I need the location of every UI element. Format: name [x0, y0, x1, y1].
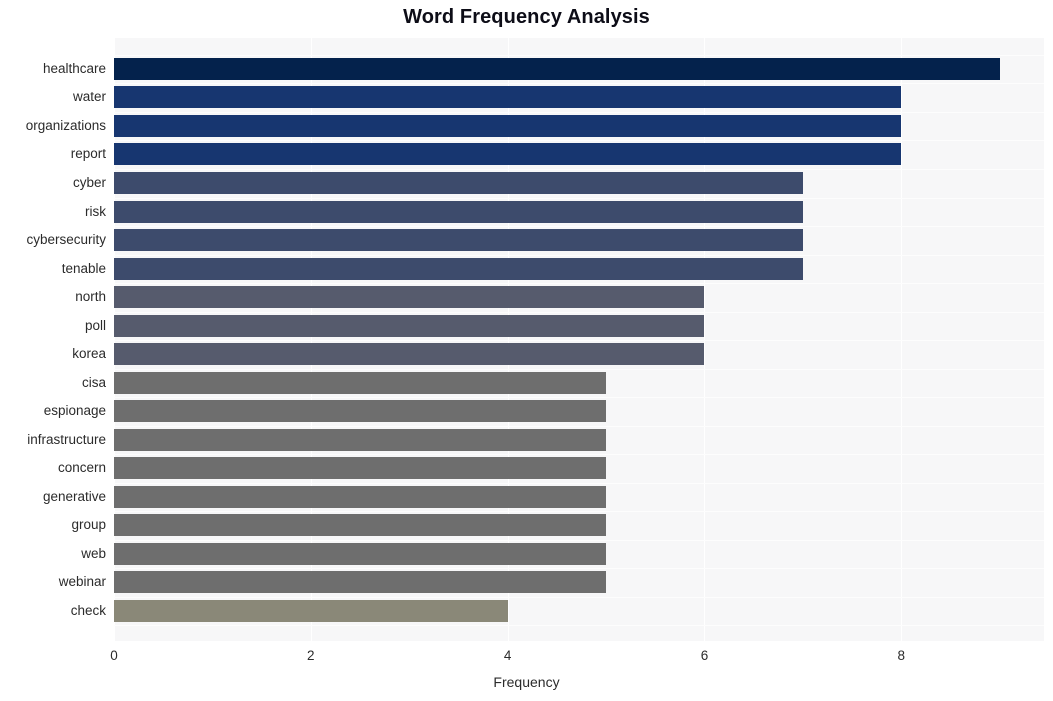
bar[interactable] — [114, 542, 607, 565]
y-axis-label-webinar: webinar — [58, 574, 106, 590]
bar[interactable] — [114, 286, 705, 309]
y-axis-label-healthcare: healthcare — [42, 60, 106, 76]
bar[interactable] — [114, 371, 607, 394]
y-axis-label-korea: korea — [72, 346, 106, 362]
y-axis-label-infrastructure: infrastructure — [27, 431, 106, 447]
y-axis-label-cisa: cisa — [81, 374, 106, 390]
x-tick-2: 2 — [307, 648, 315, 663]
y-axis-label-north: north — [75, 289, 106, 305]
bars-layer — [114, 38, 1044, 641]
y-axis-label-check: check — [70, 602, 106, 618]
word-frequency-chart: Word Frequency Analysis healthcare water o… — [0, 0, 1053, 701]
chart-title: Word Frequency Analysis — [403, 6, 650, 28]
y-axis-label-report: report — [70, 146, 106, 162]
y-axis-label-generative: generative — [42, 488, 106, 504]
bar[interactable] — [114, 400, 607, 423]
bar[interactable] — [114, 457, 607, 480]
y-axis-label-group: group — [71, 517, 106, 533]
y-axis-label-espionage: espionage — [43, 403, 106, 419]
bar[interactable] — [114, 485, 607, 508]
bar[interactable] — [114, 172, 803, 194]
bar[interactable] — [114, 314, 705, 337]
y-axis-label-risk: risk — [85, 203, 106, 219]
y-axis-label-organizations: organizations — [25, 117, 106, 133]
y-axis-label-tenable: tenable — [61, 260, 106, 276]
bar[interactable] — [114, 599, 508, 622]
y-axis-label-concern: concern — [57, 460, 106, 476]
bar[interactable] — [114, 514, 607, 537]
x-tick-6: 6 — [700, 648, 709, 663]
bar[interactable] — [114, 86, 902, 109]
bar[interactable] — [114, 229, 803, 252]
y-axis-label-cybersecurity: cybersecurity — [26, 232, 106, 248]
x-tick-0: 0 — [110, 648, 118, 663]
y-axis-label-water: water — [72, 89, 106, 105]
bar[interactable] — [114, 114, 902, 137]
bar[interactable] — [114, 257, 803, 280]
bar[interactable] — [114, 571, 607, 594]
y-axis-category-labels: healthcare water organizations report cyber r… — [0, 38, 106, 641]
y-axis-label-cyber: cyber — [72, 175, 106, 190]
x-tick-8: 8 — [897, 648, 906, 663]
y-axis-label-poll: poll — [84, 317, 106, 333]
bar[interactable] — [114, 57, 1000, 80]
x-tick-4: 4 — [503, 648, 512, 663]
x-axis-title: Frequency — [493, 674, 560, 690]
bar[interactable] — [114, 200, 803, 223]
bar[interactable] — [114, 143, 902, 166]
bar[interactable] — [114, 343, 705, 366]
y-axis-label-web: web — [81, 545, 106, 561]
bar[interactable] — [114, 428, 607, 451]
